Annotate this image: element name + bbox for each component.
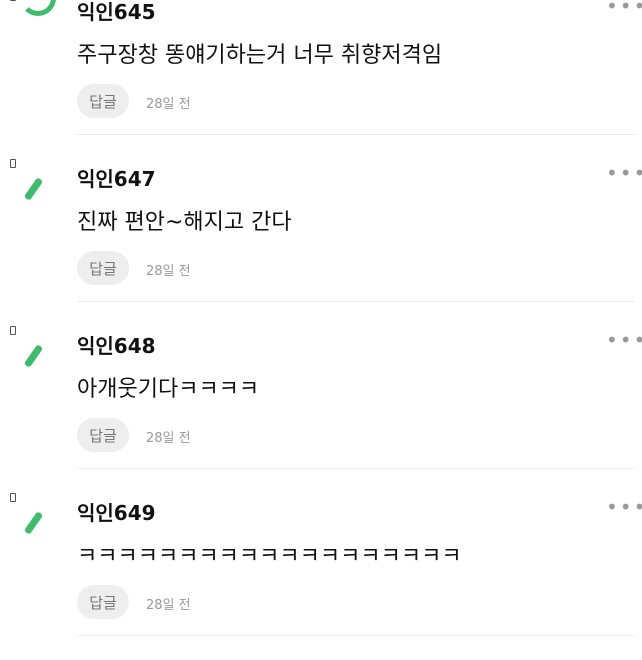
comment-author[interactable]: 익인649 <box>77 497 156 526</box>
comment-text: 진짜 편안~해지고 간다 <box>77 210 292 235</box>
reply-button[interactable]: 답글 <box>77 585 129 619</box>
reply-button[interactable]: 답글 <box>77 251 129 285</box>
comment-author[interactable]: 익인647 <box>77 163 156 192</box>
avatar[interactable] <box>10 493 56 543</box>
comment-item: 익인645 ••• 주구장창 똥얘기하는거 너무 취향저격임 답글 28일 전 <box>0 0 642 159</box>
comment-item: 익인649 ••• ㅋㅋㅋㅋㅋㅋㅋㅋㅋㅋㅋㅋㅋㅋㅋㅋㅋㅋㅋ 답글 28일 전 <box>0 493 642 660</box>
avatar-badge-icon <box>10 0 16 1</box>
divider <box>77 301 635 302</box>
more-options-icon[interactable]: ••• <box>606 0 642 16</box>
comment-list: 익인645 ••• 주구장창 똥얘기하는거 너무 취향저격임 답글 28일 전 … <box>0 0 642 636</box>
avatar-mark-icon <box>20 0 56 16</box>
comment-time: 28일 전 <box>146 264 191 279</box>
avatar-mark-icon <box>23 177 44 201</box>
avatar-mark-icon <box>23 511 44 535</box>
divider <box>77 468 635 469</box>
comment-time: 28일 전 <box>146 97 191 112</box>
reply-button[interactable]: 답글 <box>77 418 129 452</box>
reply-button[interactable]: 답글 <box>77 84 129 118</box>
comment-text: 주구장창 똥얘기하는거 너무 취향저격임 <box>77 43 443 68</box>
more-options-icon[interactable]: ••• <box>606 330 642 350</box>
comment-author[interactable]: 익인648 <box>77 330 156 359</box>
avatar-badge-icon <box>10 159 16 168</box>
more-options-icon[interactable]: ••• <box>606 497 642 517</box>
divider <box>77 635 635 636</box>
divider <box>77 134 635 135</box>
comment-item: 익인647 ••• 진짜 편안~해지고 간다 답글 28일 전 <box>0 159 642 326</box>
comment-text: 아개웃기다ㅋㅋㅋㅋ <box>77 377 260 402</box>
comment-time: 28일 전 <box>146 598 191 613</box>
avatar[interactable] <box>10 159 56 209</box>
comment-author[interactable]: 익인645 <box>77 0 156 25</box>
avatar-badge-icon <box>10 326 16 335</box>
comment-time: 28일 전 <box>146 431 191 446</box>
avatar-badge-icon <box>10 493 16 502</box>
comment-text: ㅋㅋㅋㅋㅋㅋㅋㅋㅋㅋㅋㅋㅋㅋㅋㅋㅋㅋㅋ <box>77 544 462 569</box>
comment-item: 익인648 ••• 아개웃기다ㅋㅋㅋㅋ 답글 28일 전 <box>0 326 642 493</box>
avatar[interactable] <box>10 326 56 376</box>
avatar-mark-icon <box>23 344 44 368</box>
more-options-icon[interactable]: ••• <box>606 163 642 183</box>
avatar[interactable] <box>10 0 56 42</box>
